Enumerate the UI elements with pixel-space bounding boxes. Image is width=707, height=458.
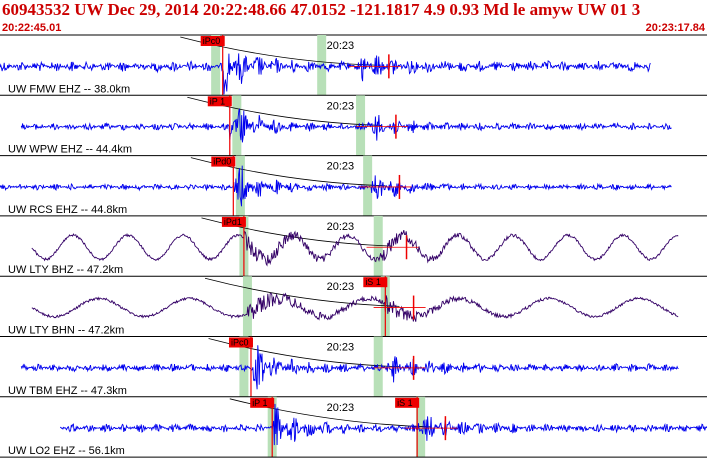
trace-station-label: UW LTY BHN -- 47.2km	[8, 325, 124, 337]
waveform-trace	[20, 108, 672, 143]
trace-panel[interactable]: 20:23 iPd1 UW LTY BHZ -- 47.2km	[0, 215, 707, 277]
trace-panel[interactable]: 20:23 iP 1 iS 1 UW LO2 EHZ -- 56.1km	[0, 396, 707, 458]
minute-tick-label: 20:23	[327, 402, 355, 414]
p-pick-label: iP 1	[210, 96, 225, 106]
trace-panel[interactable]: 20:23 iPc0 UW TBM EHZ -- 47.3km	[0, 336, 707, 398]
trace-station-label: UW LTY BHZ -- 47.2km	[8, 264, 123, 276]
trace-station-label: UW TBM EHZ -- 47.3km	[8, 385, 127, 397]
trace-panel[interactable]: 20:23 iS 1 UW LTY BHN -- 47.2km	[0, 276, 707, 337]
s-pick-label: iS 1	[397, 398, 413, 408]
s-window-bar	[373, 215, 383, 277]
minute-tick-label: 20:23	[327, 40, 355, 52]
waveform-trace	[31, 292, 679, 322]
trace-panel[interactable]: 20:23 iPc0 UW FMW EHZ -- 38.0km	[0, 35, 707, 96]
waveform-trace	[31, 229, 679, 267]
trace-station-label: UW FMW EHZ -- 38.0km	[8, 83, 130, 95]
minute-tick-label: 20:23	[327, 342, 355, 354]
s-pick-label: iS 1	[365, 277, 381, 287]
seismogram-panel[interactable]: 20:23 iPc0 UW FMW EHZ -- 38.0km 20:23 iP 1 UW…	[0, 0, 707, 458]
minute-tick-label: 20:23	[327, 100, 355, 112]
trace-station-label: UW WPW EHZ -- 44.4km	[8, 144, 132, 156]
minute-tick-label: 20:23	[327, 161, 355, 173]
trace-panel[interactable]: 20:23 iPd0 UW RCS EHZ -- 44.8km	[0, 155, 707, 217]
trace-station-label: UW LO2 EHZ -- 56.1km	[8, 445, 125, 457]
p-pick-label: iP 1	[252, 398, 267, 408]
p-pick-label: iPd1	[224, 217, 242, 227]
minute-tick-label: 20:23	[327, 281, 355, 293]
trace-station-label: UW RCS EHZ -- 44.8km	[8, 204, 127, 216]
p-pick-label: iPc0	[203, 36, 221, 46]
p-pick-label: iPc0	[231, 338, 249, 348]
p-pick-label: iPd0	[213, 157, 231, 167]
trace-panel[interactable]: 20:23 iP 1 UW WPW EHZ -- 44.4km	[0, 95, 707, 157]
minute-tick-label: 20:23	[327, 221, 355, 233]
